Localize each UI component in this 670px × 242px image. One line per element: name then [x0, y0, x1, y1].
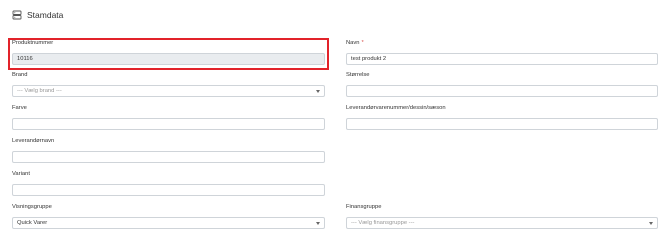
farve-field[interactable]: [12, 118, 325, 130]
visningsgruppe-select[interactable]: Quick Varer: [12, 217, 325, 229]
storrelse-field[interactable]: [346, 85, 658, 97]
finansgruppe-select[interactable]: --- Vælg finansgruppe ---: [346, 217, 658, 229]
visningsgruppe-value: Quick Varer: [17, 220, 48, 226]
chevron-down-icon: [649, 222, 653, 225]
brand-placeholder: --- Vælg brand ---: [17, 88, 62, 94]
brand-select[interactable]: --- Vælg brand ---: [12, 85, 325, 97]
navn-label: Navn *: [346, 40, 364, 46]
finansgruppe-label: Finansgruppe: [346, 204, 382, 210]
visningsgruppe-label: Visningsgruppe: [12, 204, 52, 210]
required-mark: *: [361, 40, 364, 46]
highlight-box: [8, 38, 329, 70]
chevron-down-icon: [316, 90, 320, 93]
section-header: Stamdata: [12, 10, 63, 20]
chevron-down-icon: [316, 222, 320, 225]
database-icon: [12, 10, 22, 20]
section-title: Stamdata: [27, 10, 64, 20]
leverandorvarenummer-label: Leverandørvarenummer/dessin/sæson: [346, 105, 446, 111]
leverandornavn-label: Leverandørnavn: [12, 138, 55, 144]
brand-label: Brand: [12, 72, 28, 78]
navn-value: test produkt 2: [351, 56, 387, 62]
finansgruppe-placeholder: --- Vælg finansgruppe ---: [351, 220, 415, 226]
navn-label-text: Navn: [346, 40, 360, 46]
storrelse-label: Størrelse: [346, 72, 370, 78]
navn-field[interactable]: test produkt 2: [346, 53, 658, 65]
leverandorvarenummer-field[interactable]: [346, 118, 658, 130]
leverandornavn-field[interactable]: [12, 151, 325, 163]
variant-field[interactable]: [12, 184, 325, 196]
variant-label: Variant: [12, 171, 30, 177]
farve-label: Farve: [12, 105, 27, 111]
